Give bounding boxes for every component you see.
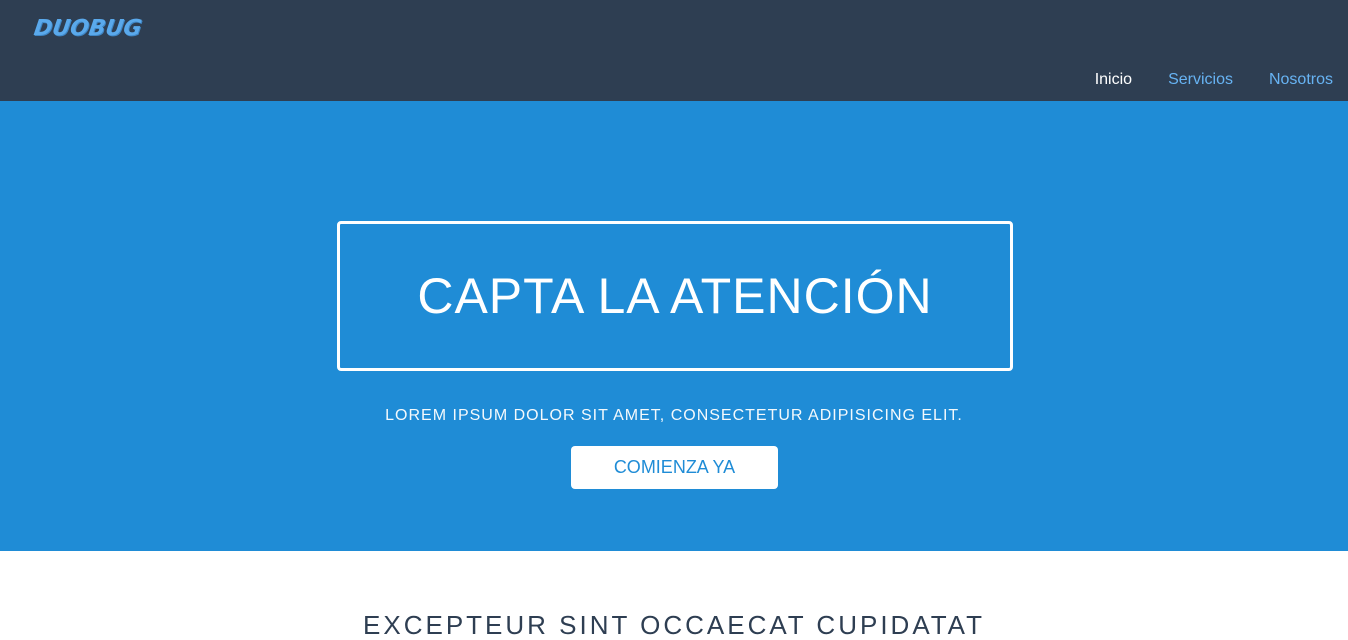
hero-subtitle: LOREM IPSUM DOLOR SIT AMET, CONSECTETUR … — [385, 407, 963, 424]
nav-link-nosotros[interactable]: Nosotros — [1269, 71, 1333, 89]
brand-logo[interactable]: DUOBUG — [32, 16, 143, 41]
section-heading: EXCEPTEUR SINT OCCAECAT CUPIDATAT — [363, 610, 985, 640]
nav-link-servicios[interactable]: Servicios — [1168, 71, 1233, 89]
hero-section: CAPTA LA ATENCIÓN LOREM IPSUM DOLOR SIT … — [0, 101, 1348, 551]
hero-title-box: CAPTA LA ATENCIÓN — [337, 221, 1013, 371]
nav-link-inicio[interactable]: Inicio — [1095, 71, 1132, 89]
navbar: DUOBUG Inicio Servicios Nosotros — [0, 0, 1348, 101]
hero-title: CAPTA LA ATENCIÓN — [417, 268, 933, 324]
cta-button[interactable]: COMIENZA YA — [571, 446, 778, 489]
main-nav: Inicio Servicios Nosotros — [1095, 69, 1348, 91]
